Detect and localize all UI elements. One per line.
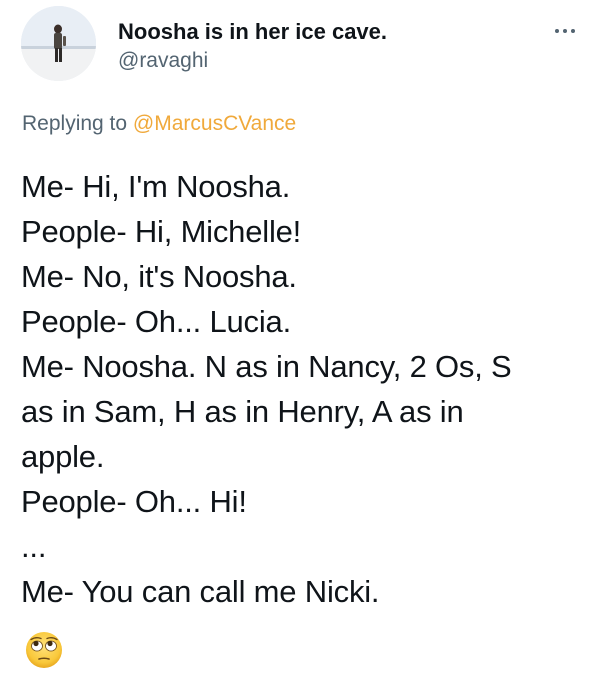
tweet-line: People- Oh... Lucia. [21, 304, 291, 339]
more-dots-icon [571, 29, 575, 33]
tweet-line: as in Sam, H as in Henry, A as in [21, 394, 464, 429]
tweet-line: People- Hi, Michelle! [21, 214, 302, 249]
more-options-button[interactable] [547, 20, 583, 42]
more-dots-icon [555, 29, 559, 33]
author-handle[interactable]: @ravaghi [118, 48, 208, 74]
tweet: Noosha is in her ice cave. @ravaghi Repl… [0, 0, 599, 685]
replying-to-label: Replying to [22, 112, 133, 135]
replying-to: Replying to @MarcusCVance [22, 111, 296, 137]
tweet-line: ... [21, 529, 47, 564]
reply-mention-link[interactable]: @MarcusCVance [133, 112, 296, 135]
face-with-rolling-eyes-icon [25, 631, 63, 669]
tweet-line: Me- Hi, I'm Noosha. [21, 169, 291, 204]
avatar-photo [21, 6, 96, 81]
tweet-line: People- Oh... Hi! [21, 484, 247, 519]
tweet-line: apple. [21, 439, 105, 474]
tweet-line: Me- No, it's Noosha. [21, 259, 297, 294]
tweet-line: Me- Noosha. N as in Nancy, 2 Os, S [21, 349, 512, 384]
author-display-name[interactable]: Noosha is in her ice cave. [118, 19, 387, 45]
more-dots-icon [563, 29, 567, 33]
avatar[interactable] [21, 6, 96, 81]
tweet-line: Me- You can call me Nicki. [21, 574, 380, 609]
tweet-text: Me- Hi, I'm Noosha. People- Hi, Michelle… [21, 164, 581, 614]
